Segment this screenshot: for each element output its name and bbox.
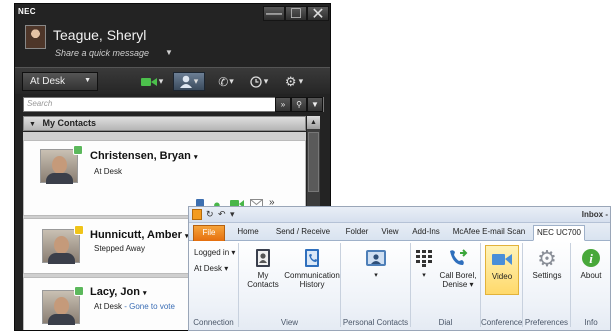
phone-arrow-icon	[446, 247, 470, 269]
about-button[interactable]: i About	[574, 247, 608, 280]
video-camera-icon	[490, 248, 514, 270]
minimize-button[interactable]: —	[263, 4, 285, 22]
search-icon: ⚲	[296, 100, 302, 109]
chevron-down-icon: ▼	[311, 100, 319, 109]
phone-book-icon	[300, 247, 324, 269]
contact-name[interactable]: Lacy, Jon ▾	[90, 286, 147, 298]
presence-indicator	[74, 286, 84, 296]
svg-text:i: i	[589, 251, 593, 266]
outlook-window: ↻ ↶ ▾ Inbox - File Home Send / Receive F…	[188, 206, 611, 331]
avatar[interactable]	[25, 25, 46, 49]
clock-icon	[250, 75, 262, 88]
group-label: Conference	[481, 318, 523, 327]
presence-indicator	[73, 145, 83, 155]
group-name: My Contacts	[42, 118, 96, 128]
group-personal-contacts: ▾ Personal Contacts	[341, 243, 411, 327]
contacts-button[interactable]: ▾	[173, 72, 205, 91]
brand-logo: NEC	[18, 7, 36, 16]
tab-mcafee[interactable]: McAfee E-mail Scan	[448, 225, 530, 241]
gear-icon: ⚙	[284, 73, 297, 89]
info-icon: i	[579, 247, 603, 269]
group-label: Dial	[438, 318, 453, 327]
group-label: Preferences	[524, 318, 569, 327]
contact-card-icon	[364, 247, 388, 269]
customize-icon[interactable]: ▾	[230, 209, 235, 220]
chevron-down-icon: ▼	[84, 77, 91, 84]
search-button[interactable]: ⚲	[291, 97, 307, 112]
close-icon: ✕	[311, 5, 325, 23]
scroll-up-arrow[interactable]: ▲	[307, 116, 320, 129]
logged-in-dropdown[interactable]: Logged in ▾	[194, 248, 235, 257]
status-dropdown[interactable]: At Desk ▼	[22, 72, 98, 91]
video-button[interactable]: Video	[485, 245, 519, 295]
call-contact-button[interactable]: Call Borel, Denise ▾	[437, 247, 479, 289]
person-icon	[179, 75, 192, 88]
group-dial: ▾ Call Borel, Denise ▾ Dial	[411, 243, 481, 327]
dialpad-button[interactable]: ▾	[413, 247, 435, 280]
group-preferences: ⚙ Settings Preferences	[523, 243, 571, 327]
group-label: Personal Contacts	[342, 318, 409, 327]
group-label: View	[280, 318, 299, 327]
maximize-button[interactable]: □	[285, 4, 307, 22]
communication-history-button[interactable]: Communication History	[284, 247, 340, 289]
contact-card[interactable]: Christensen, Bryan ▾ At Desk ● »	[23, 140, 306, 216]
contact-status: At Desk	[94, 167, 123, 176]
tab-add-ins[interactable]: Add-Ins	[407, 225, 445, 241]
video-camera-icon	[140, 77, 157, 86]
dialpad-icon	[412, 247, 436, 269]
contact-status: At Desk - Gone to vote	[94, 302, 175, 311]
send-receive-icon[interactable]: ↻	[206, 209, 214, 220]
search-options-button[interactable]: ▼	[307, 97, 323, 112]
group-label: Connection	[193, 318, 234, 327]
outlook-logo-icon	[192, 209, 202, 220]
contact-name[interactable]: Christensen, Bryan ▾	[90, 150, 197, 162]
group-header[interactable]: ▼ My Contacts	[23, 116, 306, 131]
collapse-all-button[interactable]: »	[275, 97, 291, 112]
tab-nec-uc700[interactable]: NEC UC700	[533, 225, 585, 241]
chevron-down-icon: ▼	[29, 121, 36, 128]
history-button[interactable]: ▾	[245, 72, 273, 91]
group-connection: Logged in ▾ At Desk ▾ Connection	[189, 243, 239, 327]
contact-photo	[40, 149, 78, 184]
main-toolbar: At Desk ▼ ▾ ▾ ✆ ▾ ▾ ⚙ ▾	[15, 67, 330, 94]
address-book-icon	[251, 247, 275, 269]
presence-indicator	[74, 225, 84, 235]
group-view: My Contacts Communication History View	[239, 243, 341, 327]
my-contacts-button[interactable]: My Contacts	[244, 247, 282, 289]
group-label: Info	[584, 318, 598, 327]
quick-access-toolbar: ↻ ↶ ▾ Inbox -	[189, 207, 610, 223]
double-chevron-icon: »	[280, 100, 286, 109]
tab-folder[interactable]: Folder	[341, 225, 373, 241]
tab-file[interactable]: File	[193, 225, 225, 241]
window-title: Inbox -	[581, 210, 608, 219]
user-name: Teague, Sheryl	[53, 27, 147, 43]
settings-button[interactable]: ⚙ ▾	[279, 72, 309, 91]
quick-message-input[interactable]: Share a quick message	[55, 48, 149, 58]
contact-name[interactable]: Hunnicutt, Amber ▾	[90, 229, 188, 241]
phone-icon: ✆	[218, 74, 229, 89]
group-conference: Video Conference	[481, 243, 523, 327]
personal-contacts-button[interactable]: ▾	[359, 247, 393, 280]
status-dropdown[interactable]: At Desk ▾	[194, 264, 228, 273]
scroll-thumb[interactable]	[308, 132, 319, 192]
chevron-down-icon[interactable]: ▼	[165, 48, 173, 57]
contact-status: Stepped Away	[94, 244, 146, 253]
group-info: i About Info	[571, 243, 610, 327]
close-button[interactable]: ✕	[307, 5, 329, 23]
tab-view[interactable]: View	[377, 225, 403, 241]
ribbon: Logged in ▾ At Desk ▾ Connection My Cont…	[189, 241, 610, 330]
minimize-icon: —	[266, 4, 282, 22]
video-call-button[interactable]: ▾	[138, 72, 166, 91]
undo-icon[interactable]: ↶	[218, 209, 226, 220]
gear-icon: ⚙	[537, 245, 557, 271]
ribbon-tabs: File Home Send / Receive Folder View Add…	[189, 223, 610, 241]
phone-button[interactable]: ✆ ▾	[213, 72, 239, 91]
tab-send-receive[interactable]: Send / Receive	[269, 225, 337, 241]
tab-home[interactable]: Home	[231, 225, 265, 241]
search-placeholder: Search	[27, 99, 53, 108]
status-label: At Desk	[30, 76, 66, 87]
maximize-icon: □	[291, 4, 301, 22]
settings-button[interactable]: ⚙ Settings	[527, 247, 567, 280]
